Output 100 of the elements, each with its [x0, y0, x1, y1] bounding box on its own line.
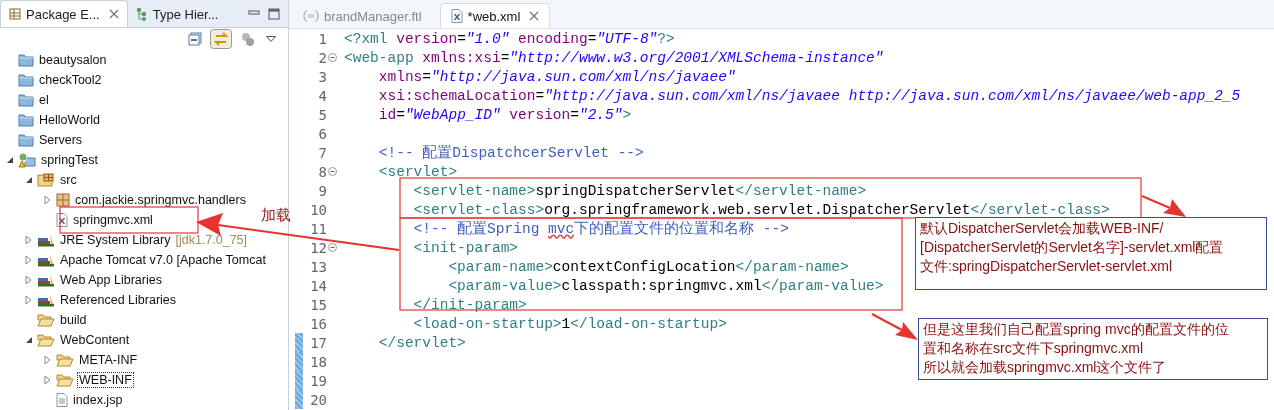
- code-line: <web-app xmlns:xsi="http://www.w3.org/2001/XMLSchema-instance": [344, 49, 884, 66]
- link-with-editor-icon[interactable]: [210, 29, 232, 50]
- code-line: id="WebApp_ID" version="2.5">: [377, 106, 632, 123]
- annotation-note: 默认DispatcherServlet会加载WEB-INF/ [DispatcherServlet的Servlet名字]-servlet.xml配置 文件:springDispatcherServlet-servlet.xml: [915, 217, 1267, 290]
- expanded-triangle-icon[interactable]: [25, 176, 33, 184]
- editor-tab[interactable]: *web.xml: [439, 3, 551, 28]
- tree-item[interactable]: build: [59, 313, 88, 327]
- line-number: 14: [309, 277, 327, 294]
- code-line: <load-on-startup>1</load-on-startup>: [412, 315, 727, 332]
- line-number: 2: [317, 49, 327, 66]
- line-number: 3: [317, 68, 327, 85]
- tree-item[interactable]: src: [59, 173, 78, 187]
- collapsed-triangle-icon[interactable]: [25, 295, 33, 305]
- open-folder-icon: [37, 333, 55, 347]
- folder-icon: [18, 133, 34, 147]
- tree-item[interactable]: HelloWorld: [38, 113, 101, 127]
- tree-item[interactable]: index.jsp: [72, 393, 124, 407]
- collapsed-triangle-icon[interactable]: [44, 355, 52, 365]
- line-number: 19: [309, 372, 327, 389]
- view-tab[interactable]: Package E...: [0, 0, 128, 28]
- code-line: <servlet>: [377, 163, 458, 180]
- project-icon: [18, 152, 36, 168]
- xml-file-icon: [450, 9, 463, 23]
- fold-icon[interactable]: [328, 53, 337, 62]
- line-number: 15: [309, 296, 327, 313]
- dropdown-icon[interactable]: [266, 36, 276, 43]
- code-line: <init-param>: [412, 239, 519, 256]
- line-number: 11: [309, 220, 327, 237]
- line-number: 8: [317, 163, 327, 180]
- file-icon: [56, 393, 68, 407]
- code-line: xsi:schemaLocation="http://java.sun.com/xml/ns/javaee http://java.sun.com/xml/ns/javaee/web-app_2_5: [377, 87, 1241, 104]
- tree-item[interactable]: springmvc.xml: [72, 213, 154, 227]
- collapsed-triangle-icon[interactable]: [25, 275, 33, 285]
- maximize-icon[interactable]: [268, 8, 280, 21]
- collapsed-triangle-icon[interactable]: [25, 235, 33, 245]
- collapsed-triangle-icon[interactable]: [25, 255, 33, 265]
- open-folder-icon: [37, 313, 55, 327]
- arrow: [1141, 195, 1186, 217]
- source-folder-icon: [37, 173, 55, 187]
- fold-icon[interactable]: [328, 167, 337, 176]
- tree-item[interactable]: Web App Libraries: [59, 273, 163, 287]
- tree-item[interactable]: Servers: [38, 133, 84, 147]
- xml-file-icon: [56, 213, 68, 227]
- tree-item[interactable]: beautysalon: [38, 53, 108, 67]
- line-number: 18: [309, 353, 327, 370]
- tree-item[interactable]: checkTool2: [38, 73, 103, 87]
- code-line: <param-name>contextConfigLocation</param-name>: [447, 258, 849, 275]
- folder-icon: [18, 93, 34, 107]
- tree-item-decoration: [jdk1.7.0_75]: [175, 233, 248, 247]
- line-number: 12: [309, 239, 327, 256]
- folder-icon: [18, 53, 34, 67]
- line-number: 9: [317, 182, 327, 199]
- line-number: 16: [309, 315, 327, 332]
- line-number: 7: [317, 144, 327, 161]
- line-number: 13: [309, 258, 327, 275]
- open-folder-icon: [56, 373, 74, 387]
- collapsed-triangle-icon[interactable]: [44, 375, 52, 385]
- line-number: 17: [309, 334, 327, 351]
- tree-item[interactable]: JRE System Library: [59, 233, 172, 247]
- tree-item[interactable]: com.jackie.springmvc.handlers: [74, 193, 247, 207]
- tree-item[interactable]: springTest: [40, 153, 99, 167]
- folder-icon: [18, 113, 34, 127]
- line-number: 5: [317, 106, 327, 123]
- code-line: <!-- 配置DispatchcerServlet -->: [377, 144, 644, 162]
- code-line: <servlet-name>springDispatcherServlet</servlet-name>: [412, 182, 867, 199]
- code-line: <servlet-class>org.springframework.web.servlet.DispatcherServlet</servlet-class>: [412, 201, 1110, 218]
- close-icon[interactable]: [108, 9, 119, 20]
- annotation-label: 加载: [261, 206, 291, 225]
- tree-item[interactable]: Referenced Libraries: [59, 293, 178, 307]
- code-line: <?xml version="1.0" encoding="UTF-8"?>: [344, 30, 675, 47]
- code-line: </init-param>: [412, 296, 527, 313]
- collapsed-triangle-icon[interactable]: [44, 195, 52, 205]
- code-line: <param-value>classpath:springmvc.xml</param-value>: [447, 277, 884, 294]
- expanded-triangle-icon[interactable]: [25, 336, 33, 344]
- tree-item[interactable]: WEB-INF: [78, 373, 133, 387]
- code-line: xmlns="http://java.sun.com/xml/ns/javaee": [377, 68, 736, 85]
- package-explorer-icon: [9, 8, 21, 21]
- arrow: [871, 313, 918, 340]
- template-file-icon: [303, 10, 319, 22]
- package-icon: [56, 193, 70, 207]
- line-number: 10: [309, 201, 327, 218]
- line-number: 6: [317, 125, 327, 142]
- code-line: </servlet>: [377, 334, 466, 351]
- folder-icon: [18, 73, 34, 87]
- gears-icon[interactable]: [240, 31, 256, 48]
- line-number: 4: [317, 87, 327, 104]
- line-number: 1: [317, 30, 327, 47]
- expanded-triangle-icon[interactable]: [6, 156, 14, 164]
- collapse-all-icon[interactable]: [188, 32, 202, 47]
- tree-item[interactable]: Apache Tomcat v7.0 [Apache Tomcat: [59, 253, 267, 267]
- fold-icon[interactable]: [328, 243, 337, 252]
- tree-item[interactable]: WebContent: [59, 333, 131, 347]
- view-tab[interactable]: Type Hier...: [127, 1, 227, 28]
- annotation-note: 但是这里我们自己配置spring mvc的配置文件的位 置和名称在src文件下springmvc.xml 所以就会加载springmvc.xml这个文件了: [918, 318, 1268, 380]
- hierarchy-icon: [135, 7, 148, 22]
- tree-item[interactable]: META-INF: [78, 353, 139, 367]
- tree-item[interactable]: el: [38, 93, 50, 107]
- close-icon[interactable]: [529, 11, 540, 21]
- code-line: <!-- 配置Spring mvc下的配置文件的位置和名称 -->: [412, 219, 789, 238]
- line-number: 20: [309, 391, 327, 408]
